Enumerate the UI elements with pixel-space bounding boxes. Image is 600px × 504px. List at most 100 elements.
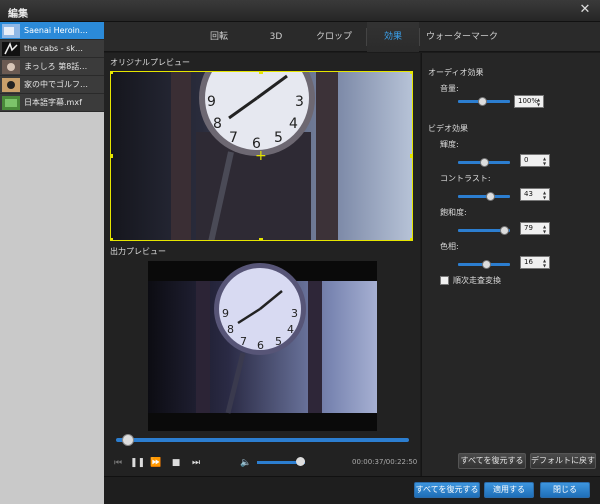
spinner-arrows-icon[interactable]: ▲ ▼ [543,190,548,200]
brightness-input[interactable]: 0 ▲ ▼ [520,154,550,167]
file-item[interactable]: まっしろ 第8話… [0,58,104,76]
volume-effect-value: 100% [518,97,539,105]
hue-value: 16 [524,258,533,266]
file-name: Saenai Heroin… [24,26,88,35]
spinner-arrows-icon[interactable]: ▲ ▼ [543,258,548,268]
saturation-input[interactable]: 79 ▲ ▼ [520,222,550,235]
contrast-handle[interactable] [486,192,495,201]
svg-text:4: 4 [287,323,294,336]
crop-handle[interactable] [111,238,113,240]
contrast-value: 43 [524,190,533,198]
svg-text:3: 3 [291,307,298,320]
brightness-label: 輝度: [440,140,459,149]
volume-label: 音量: [440,84,459,93]
contrast-input[interactable]: 43 ▲ ▼ [520,188,550,201]
file-list: Saenai Heroin… the cabs - sk… まっしろ 第8話… … [0,22,104,504]
svg-text:3: 3 [295,94,304,110]
file-thumbnail [2,77,20,92]
svg-text:8: 8 [227,323,234,336]
title-bar: 編集 ✕ [0,0,600,22]
svg-text:7: 7 [229,130,238,146]
crosshair-icon: + [255,148,267,164]
effects-panel: オーディオ効果 音量: 100% ▲ ▼ ビデオ効果 輝度: 0 ▲ ▼ コントラス… [421,53,600,504]
audio-effects-heading: オーディオ効果 [428,68,484,77]
effect-tabs: 回転 3D クロップ 効果 ウォーターマーク [104,22,600,52]
action-bar: すべてを復元する 適用する 閉じる [104,476,600,504]
file-item[interactable]: Saenai Heroin… [0,22,104,40]
seek-handle[interactable] [121,434,134,446]
file-item[interactable]: 家の中でゴルフ… [0,76,104,94]
tab-divider [419,28,420,46]
svg-text:7: 7 [240,335,247,348]
svg-text:9: 9 [222,307,229,320]
file-name: the cabs - sk… [24,44,83,53]
tab-watermark[interactable]: ウォーターマーク [422,22,502,52]
tab-effect[interactable]: 効果 [367,22,419,52]
apply-button[interactable]: 適用する [484,482,534,498]
preview-area: オリジナルプレビュー 9 8 7 6 5 4 3 + 出力プレビュー 9 8 7… [104,53,420,504]
file-thumbnail [2,59,20,74]
file-thumbnail [2,23,20,38]
crop-handle[interactable] [410,154,412,158]
skip-back-icon[interactable]: ⏮ [112,457,124,469]
hue-input[interactable]: 16 ▲ ▼ [520,256,550,269]
seek-bar[interactable] [116,438,409,442]
brightness-handle[interactable] [480,158,489,167]
output-preview: 9 8 7 6 5 4 3 [148,261,377,431]
file-item[interactable]: the cabs - sk… [0,40,104,58]
saturation-handle[interactable] [500,226,509,235]
video-effects-heading: ビデオ効果 [428,124,468,133]
svg-text:9: 9 [207,94,216,110]
brightness-value: 0 [524,156,529,164]
original-preview[interactable]: 9 8 7 6 5 4 3 + [110,71,413,241]
original-preview-label: オリジナルプレビュー [110,58,190,67]
default-button[interactable]: デフォルトに戻す [530,453,596,469]
hue-label: 色相: [440,242,459,251]
close-icon[interactable]: ✕ [578,3,592,17]
next-frame-icon[interactable]: ⏭ [190,457,202,469]
spinner-arrows-icon[interactable]: ▲ ▼ [537,97,542,107]
reset-all-button[interactable]: すべてを復元する [458,453,526,469]
tab-rotate[interactable]: 回転 [199,22,239,52]
file-item[interactable]: 日本語字幕.mxf [0,94,104,112]
hue-handle[interactable] [482,260,491,269]
contrast-label: コントラスト: [440,174,491,183]
file-thumbnail [2,41,20,56]
svg-text:5: 5 [275,335,282,348]
file-name: 日本語字幕.mxf [24,98,82,107]
spinner-arrows-icon[interactable]: ▲ ▼ [543,156,548,166]
file-name: 家の中でゴルフ… [24,80,88,89]
pause-icon[interactable]: ❚❚ [130,457,145,469]
volume-handle[interactable] [296,457,306,466]
output-preview-label: 出力プレビュー [110,247,166,256]
crop-handle[interactable] [111,154,113,158]
deinterlace-checkbox[interactable] [440,276,449,285]
crop-handle[interactable] [259,238,263,240]
volume-icon[interactable]: 🔈 [240,457,252,469]
output-preview-image: 9 8 7 6 5 4 3 [148,261,377,431]
restore-all-button[interactable]: すべてを復元する [414,482,480,498]
crop-handle[interactable] [410,72,412,74]
volume-effect-input[interactable]: 100% ▲ ▼ [514,95,544,108]
window-title: 編集 [8,9,28,20]
tab-3d[interactable]: 3D [256,22,296,52]
deinterlace-label: 順次走査変換 [453,276,501,285]
contrast-slider[interactable] [458,195,510,198]
close-button[interactable]: 閉じる [540,482,590,498]
svg-text:6: 6 [257,339,264,352]
crop-handle[interactable] [111,72,113,74]
svg-text:8: 8 [213,116,222,132]
spinner-arrows-icon[interactable]: ▲ ▼ [543,224,548,234]
svg-text:4: 4 [289,116,298,132]
file-thumbnail [2,95,20,110]
tab-crop[interactable]: クロップ [309,22,359,52]
saturation-value: 79 [524,224,533,232]
svg-text:5: 5 [274,130,283,146]
file-name: まっしろ 第8話… [24,62,88,71]
stop-icon[interactable]: ■ [170,457,182,469]
crop-handle[interactable] [410,238,412,240]
crop-handle[interactable] [259,72,263,74]
fast-forward-icon[interactable]: ⏩ [150,457,162,469]
volume-effect-handle[interactable] [478,97,487,106]
saturation-label: 飽和度: [440,208,467,217]
